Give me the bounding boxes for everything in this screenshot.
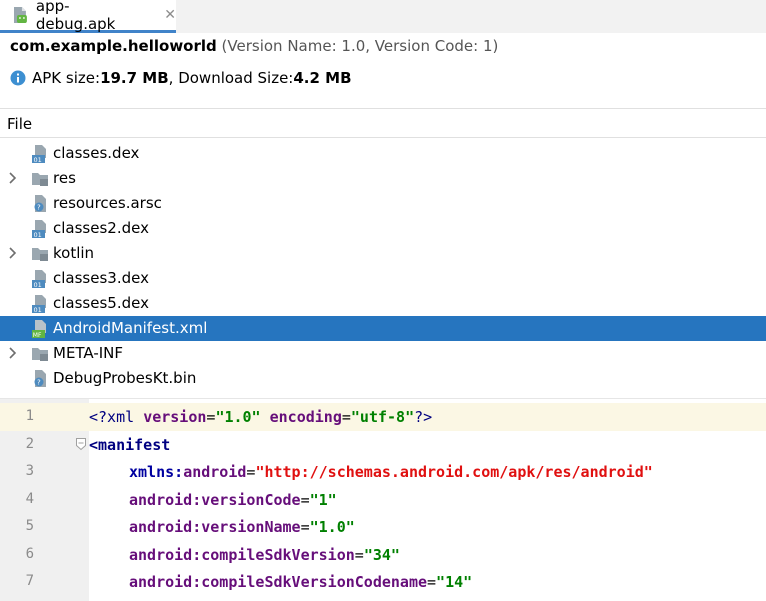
code-line-7: android:compileSdkVersionCodename="14" bbox=[129, 573, 473, 591]
tree-item-resources-arsc[interactable]: ? resources.arsc bbox=[0, 191, 766, 216]
tree-item-res[interactable]: res bbox=[0, 166, 766, 191]
download-size-value: 4.2 MB bbox=[293, 69, 352, 87]
apk-file-icon bbox=[13, 7, 27, 23]
package-name: com.example.helloworld bbox=[10, 37, 217, 55]
tree-item-label: classes2.dex bbox=[53, 219, 149, 237]
line-number: 3 bbox=[25, 463, 34, 479]
tree-item-label: res bbox=[53, 169, 76, 187]
tree-item-label: DebugProbesKt.bin bbox=[53, 369, 197, 387]
xml-code-editor[interactable]: 1 2 3 4 5 6 7 <?xml version="1.0" encodi… bbox=[0, 398, 766, 601]
folder-icon bbox=[32, 348, 48, 361]
svg-text:MF: MF bbox=[33, 332, 42, 338]
code-line-1: <?xml version="1.0" encoding="utf-8"?> bbox=[89, 408, 433, 426]
folder-icon bbox=[32, 173, 48, 186]
apk-size-label: APK size: bbox=[32, 69, 101, 87]
svg-text:01: 01 bbox=[34, 306, 42, 313]
code-area[interactable]: <?xml version="1.0" encoding="utf-8"?> <… bbox=[89, 399, 653, 591]
svg-text:?: ? bbox=[37, 204, 41, 212]
tab-app-debug-apk[interactable]: app-debug.apk ✕ bbox=[0, 0, 176, 33]
code-line-2: <manifest bbox=[89, 436, 171, 454]
code-line-4: android:versionCode="1" bbox=[129, 491, 337, 509]
tree-item-classes-dex[interactable]: 01 classes.dex bbox=[0, 141, 766, 166]
svg-text:01: 01 bbox=[34, 231, 42, 238]
chevron-right-icon[interactable] bbox=[7, 171, 19, 185]
dex-file-icon: 01 bbox=[32, 270, 46, 288]
line-number: 7 bbox=[25, 573, 34, 589]
dex-file-icon: 01 bbox=[32, 145, 46, 163]
unknown-file-icon: ? bbox=[34, 370, 46, 387]
svg-text:01: 01 bbox=[34, 156, 42, 163]
info-icon bbox=[10, 70, 26, 86]
package-info: com.example.helloworld (Version Name: 1.… bbox=[10, 37, 498, 55]
editor-tab-bar: app-debug.apk ✕ bbox=[0, 0, 766, 33]
manifest-file-icon: MF bbox=[32, 320, 46, 338]
tree-item-classes5-dex[interactable]: 01 classes5.dex bbox=[0, 291, 766, 316]
close-icon[interactable]: ✕ bbox=[164, 7, 176, 23]
file-column-header[interactable]: File bbox=[0, 108, 766, 138]
apk-summary-header: com.example.helloworld (Version Name: 1.… bbox=[0, 33, 766, 108]
svg-text:01: 01 bbox=[34, 281, 42, 288]
dex-file-icon: 01 bbox=[32, 220, 46, 238]
code-line-3: xmlns:android="http://schemas.android.co… bbox=[129, 463, 653, 481]
tree-item-label: resources.arsc bbox=[53, 194, 162, 212]
folder-icon bbox=[32, 248, 48, 261]
tree-item-classes2-dex[interactable]: 01 classes2.dex bbox=[0, 216, 766, 241]
tree-item-label: classes.dex bbox=[53, 144, 140, 162]
code-line-5: android:versionName="1.0" bbox=[129, 518, 355, 536]
tree-item-label: AndroidManifest.xml bbox=[53, 319, 208, 337]
tab-label: app-debug.apk bbox=[35, 0, 116, 33]
line-number: 2 bbox=[25, 436, 34, 452]
line-number: 4 bbox=[25, 491, 34, 507]
line-number-gutter: 1 2 3 4 5 6 7 bbox=[0, 399, 89, 601]
version-info: (Version Name: 1.0, Version Code: 1) bbox=[221, 37, 499, 55]
size-info: APK size: 19.7 MB , Download Size: 4.2 M… bbox=[10, 69, 352, 87]
apk-size-value: 19.7 MB bbox=[100, 69, 169, 87]
tree-item-androidmanifest-xml[interactable]: MF AndroidManifest.xml bbox=[0, 316, 766, 341]
tree-item-label: META-INF bbox=[53, 344, 124, 362]
tree-item-debugprobeskt-bin[interactable]: ? DebugProbesKt.bin bbox=[0, 366, 766, 391]
line-number: 6 bbox=[25, 546, 34, 562]
download-size-label: , Download Size: bbox=[168, 69, 294, 87]
code-line-6: android:compileSdkVersion="34" bbox=[129, 546, 400, 564]
tree-item-label: kotlin bbox=[53, 244, 95, 262]
line-number: 5 bbox=[25, 518, 34, 534]
svg-text:?: ? bbox=[37, 379, 41, 387]
dex-file-icon: 01 bbox=[32, 295, 46, 313]
apk-file-tree: 01 classes.dex res ? resources.arsc 01 c… bbox=[0, 140, 766, 390]
chevron-right-icon[interactable] bbox=[7, 246, 19, 260]
tree-item-meta-inf[interactable]: META-INF bbox=[0, 341, 766, 366]
tree-item-label: classes3.dex bbox=[53, 269, 149, 287]
fold-marker-icon[interactable] bbox=[75, 437, 87, 451]
tree-item-classes3-dex[interactable]: 01 classes3.dex bbox=[0, 266, 766, 291]
line-number: 1 bbox=[25, 408, 34, 424]
chevron-right-icon[interactable] bbox=[7, 346, 19, 360]
tree-item-kotlin[interactable]: kotlin bbox=[0, 241, 766, 266]
unknown-file-icon: ? bbox=[34, 195, 46, 212]
tree-item-label: classes5.dex bbox=[53, 294, 149, 312]
